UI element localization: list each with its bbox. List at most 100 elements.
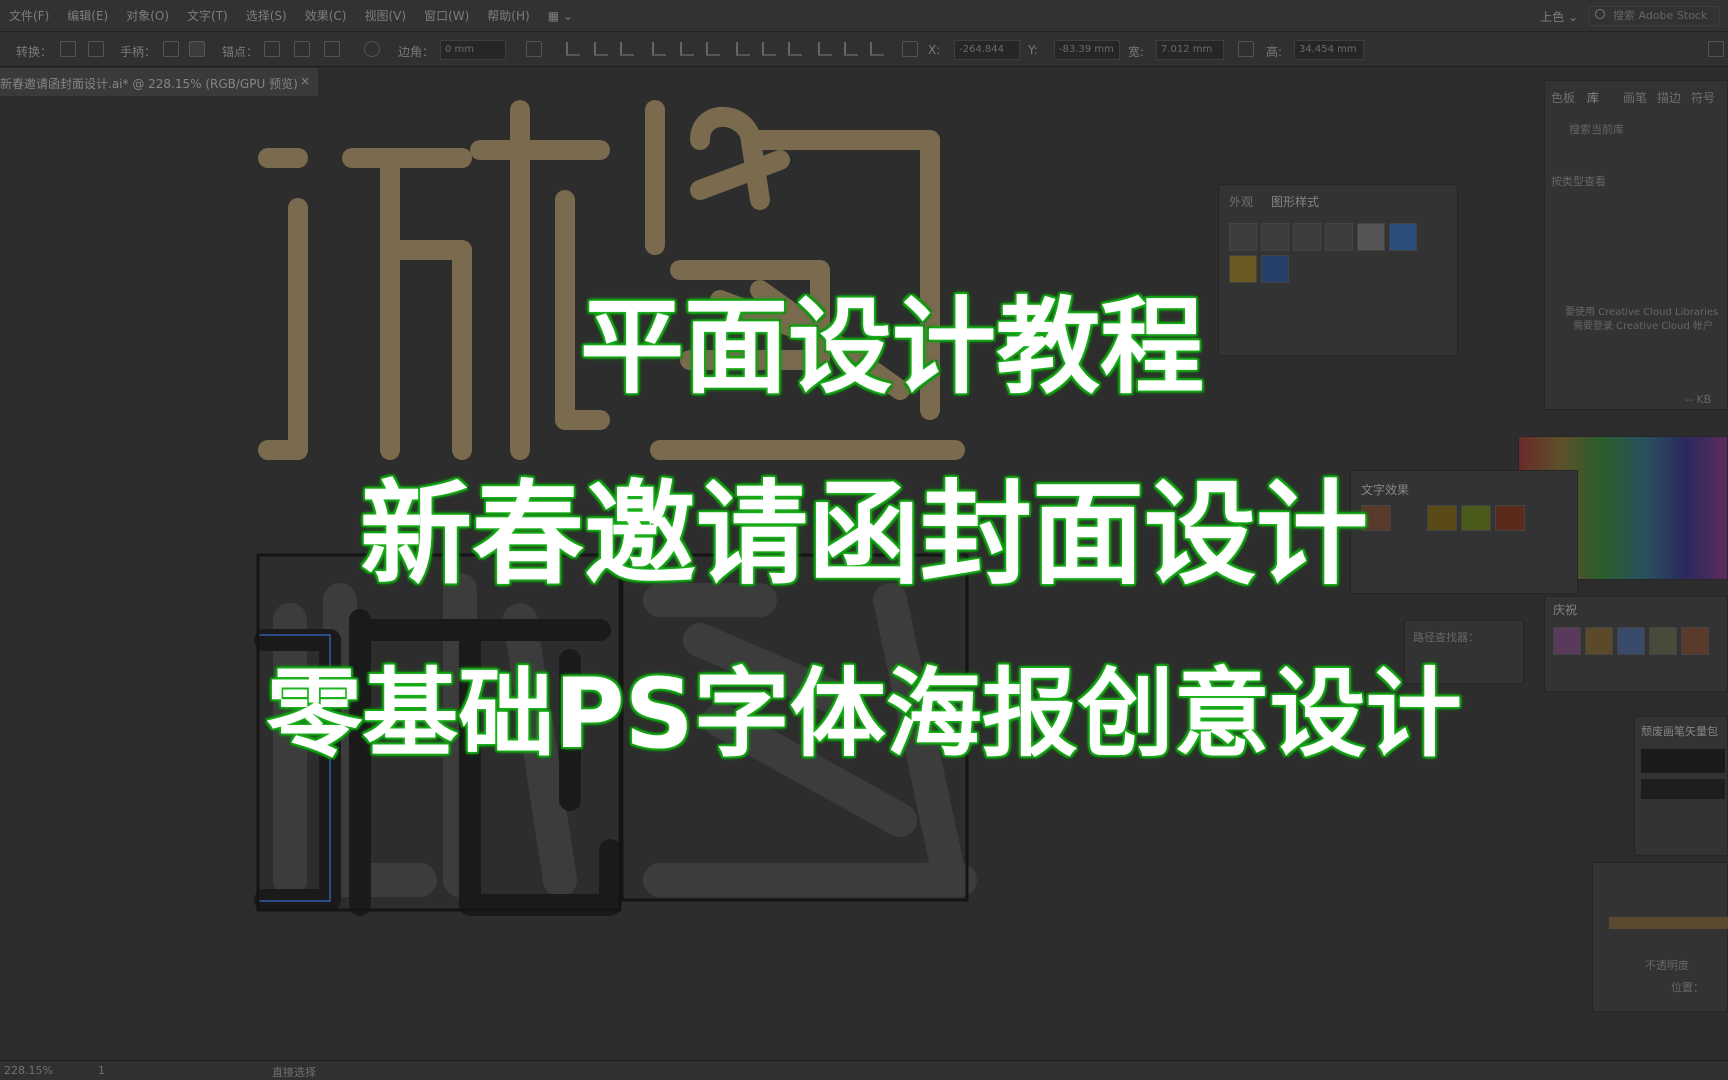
opacity-label: 不透明度 (1645, 959, 1689, 972)
current-tool: 直接选择 (272, 1066, 316, 1079)
tab-libraries[interactable]: 库 (1587, 89, 1599, 106)
menu-edit[interactable]: 编辑(E) (58, 7, 117, 24)
layout-switcher-icon[interactable]: ▦ ⌄ (539, 9, 582, 23)
align-vcenter-icon[interactable] (680, 42, 694, 56)
effect-swatch[interactable] (1361, 505, 1391, 531)
effect-swatch[interactable] (1461, 505, 1491, 531)
symbol-swatch[interactable] (1585, 627, 1613, 655)
handle-label: 手柄： (120, 45, 157, 59)
stock-search-label: 搜索 Adobe Stock (1613, 9, 1708, 22)
convert-smooth-icon[interactable] (88, 41, 104, 57)
graphic-styles-panel: 外观 图形样式 (1218, 184, 1458, 356)
cut-path-icon[interactable] (324, 41, 340, 57)
menu-file[interactable]: 文件(F) (0, 7, 58, 24)
menu-view[interactable]: 视图(V) (355, 7, 415, 24)
artboard-number[interactable]: 1 (98, 1064, 105, 1077)
symbol-swatch[interactable] (1617, 627, 1645, 655)
style-swatch[interactable] (1229, 223, 1257, 251)
zoom-readout[interactable]: 228.15% (4, 1064, 53, 1077)
document-tab-title: 新春邀请函封面设计.ai* @ 228.15% (RGB/GPU 预览) (0, 77, 298, 91)
effect-swatch[interactable] (1427, 505, 1457, 531)
library-view-select[interactable]: 按类型查看 (1551, 173, 1606, 189)
style-swatch[interactable] (1261, 223, 1289, 251)
brush-stroke-sample[interactable] (1641, 779, 1725, 799)
menu-type[interactable]: 文字(T) (178, 7, 237, 24)
align-right-icon[interactable] (620, 42, 634, 56)
status-bar: 228.15% 1 直接选择 (0, 1060, 1728, 1080)
height-label: 高: (1266, 45, 1283, 59)
y-label: Y: (1028, 43, 1038, 57)
remove-anchor-icon[interactable] (264, 41, 280, 57)
style-swatch[interactable] (1293, 223, 1321, 251)
pathfinder-label: 路径查找器： (1413, 631, 1479, 644)
connect-anchor-icon[interactable] (294, 41, 310, 57)
tab-text-effects[interactable]: 文字效果 (1361, 481, 1409, 498)
tab-graphic-styles[interactable]: 图形样式 (1271, 193, 1319, 210)
tab-appearance[interactable]: 外观 (1229, 193, 1253, 210)
symbol-swatch[interactable] (1681, 627, 1709, 655)
gradient-bar[interactable] (1609, 917, 1728, 929)
width-field[interactable]: 7.012 mm (1156, 40, 1224, 60)
transform-icon[interactable] (526, 41, 542, 57)
tab-brushes[interactable]: 画笔 (1623, 89, 1647, 106)
document-tab[interactable]: 新春邀请函封面设计.ai* @ 228.15% (RGB/GPU 预览) × (0, 68, 318, 96)
transparency-panel: 不透明度 位置： (1592, 862, 1728, 1012)
text-effects-panel: 文字效果 (1350, 470, 1578, 594)
brush-library-panel: 颓废画笔矢量包 (1634, 716, 1728, 856)
isolate-icon[interactable] (364, 41, 380, 57)
kb-readout: -- KB (1685, 393, 1712, 406)
hide-handles-icon[interactable] (189, 41, 205, 57)
height-field[interactable]: 34.454 mm (1294, 40, 1364, 60)
align-left-icon[interactable] (566, 42, 580, 56)
reference-point-icon[interactable] (902, 41, 918, 57)
align-bottom-icon[interactable] (706, 42, 720, 56)
symbol-swatch[interactable] (1553, 627, 1581, 655)
panel-menu-icon[interactable] (1708, 41, 1724, 57)
effect-swatch[interactable] (1495, 505, 1525, 531)
festival-symbols-panel: 庆祝 (1544, 596, 1728, 692)
distribute-vcenter-icon[interactable] (762, 42, 776, 56)
corner-radius-field[interactable]: 0 mm (440, 40, 506, 60)
tab-festival[interactable]: 庆祝 (1553, 601, 1577, 618)
tab-symbols[interactable]: 符号 (1691, 89, 1715, 106)
gold-lettering (258, 100, 965, 460)
align-hcenter-icon[interactable] (594, 42, 608, 56)
menu-object[interactable]: 对象(O) (117, 7, 178, 24)
style-swatch[interactable] (1389, 223, 1417, 251)
menu-window[interactable]: 窗口(W) (415, 7, 478, 24)
library-search-input[interactable]: 搜索当前库 (1569, 121, 1624, 137)
menu-select[interactable]: 选择(S) (237, 7, 296, 24)
libraries-panel: 色板 库 画笔 描边 符号 搜索当前库 按类型查看 要使用 Creative C… (1544, 80, 1728, 410)
brush-library-title[interactable]: 颓废画笔矢量包 (1641, 723, 1718, 739)
menu-bar: 文件(F) 编辑(E) 对象(O) 文字(T) 选择(S) 效果(C) 视图(V… (0, 0, 1728, 32)
distribute-right-icon[interactable] (870, 42, 884, 56)
search-icon (1595, 9, 1605, 19)
distribute-left-icon[interactable] (818, 42, 832, 56)
y-field[interactable]: -83.39 mm (1054, 40, 1120, 60)
workspace-switcher[interactable]: 上色 ⌄ (1540, 8, 1578, 25)
distribute-bottom-icon[interactable] (788, 42, 802, 56)
width-label: 宽: (1128, 45, 1145, 59)
stock-search-input[interactable]: 搜索 Adobe Stock (1588, 6, 1720, 26)
distribute-hcenter-icon[interactable] (844, 42, 858, 56)
pathfinder-panel: 路径查找器： (1404, 620, 1524, 684)
tab-swatches[interactable]: 色板 (1551, 89, 1575, 106)
brush-stroke-sample[interactable] (1641, 749, 1725, 773)
symbol-swatch[interactable] (1649, 627, 1677, 655)
show-handles-icon[interactable] (163, 41, 179, 57)
control-bar: 转换： 手柄： 锚点： 边角： 0 mm X: -264.844 Y: -83.… (0, 33, 1728, 67)
menu-effect[interactable]: 效果(C) (296, 7, 356, 24)
style-swatch[interactable] (1357, 223, 1385, 251)
position-label: 位置： (1671, 981, 1704, 994)
link-proportions-icon[interactable] (1238, 41, 1254, 57)
close-icon[interactable]: × (300, 74, 310, 88)
x-field[interactable]: -264.844 (954, 40, 1020, 60)
menu-help[interactable]: 帮助(H) (478, 7, 538, 24)
distribute-top-icon[interactable] (736, 42, 750, 56)
style-swatch[interactable] (1229, 255, 1257, 283)
style-swatch[interactable] (1325, 223, 1353, 251)
style-swatch[interactable] (1261, 255, 1289, 283)
align-top-icon[interactable] (652, 42, 666, 56)
convert-corner-icon[interactable] (60, 41, 76, 57)
tab-stroke[interactable]: 描边 (1657, 89, 1681, 106)
